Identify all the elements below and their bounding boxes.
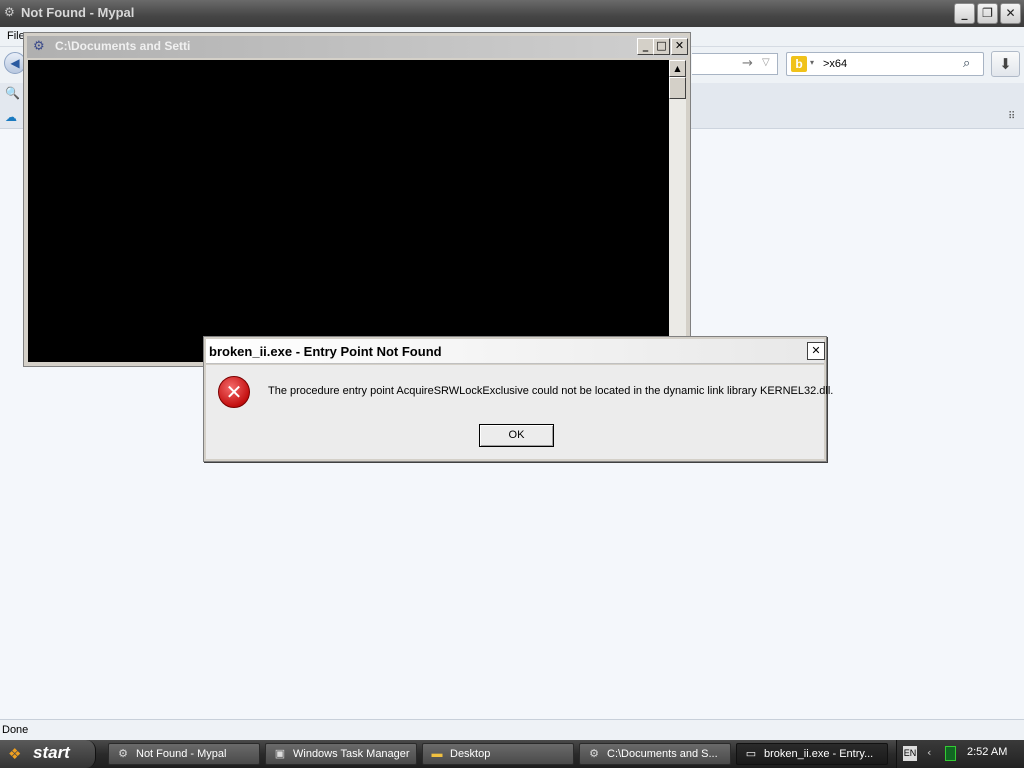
status-bar: Done xyxy=(0,719,1024,740)
dropdown-arrow-icon[interactable]: ▽ xyxy=(762,57,770,68)
task-desktop[interactable]: ▬ Desktop xyxy=(422,743,574,765)
bing-icon[interactable]: b xyxy=(791,56,807,72)
chevron-down-icon[interactable]: ▾ xyxy=(810,58,814,67)
browser-title: Not Found - Mypal xyxy=(21,5,135,20)
tab-list-icon[interactable]: ⠿ xyxy=(1008,111,1015,122)
dialog-close-button[interactable]: ✕ xyxy=(807,342,825,360)
start-label: start xyxy=(33,743,70,762)
close-button[interactable]: ✕ xyxy=(1000,3,1021,24)
scroll-thumb[interactable] xyxy=(669,77,686,99)
start-button[interactable]: ❖ start xyxy=(0,740,96,768)
dialog-titlebar[interactable]: broken_ii.exe - Entry Point Not Found ✕ xyxy=(206,339,825,364)
error-dialog: broken_ii.exe - Entry Point Not Found ✕ … xyxy=(203,336,833,462)
status-text: Done xyxy=(2,724,29,736)
console-scrollbar[interactable]: ▲ xyxy=(669,60,686,362)
task-manager-icon: ▣ xyxy=(274,748,286,760)
browser-titlebar[interactable]: ⚙ Not Found - Mypal _ ❐ ✕ xyxy=(0,0,1024,27)
console-title: C:\Documents and Setti xyxy=(55,39,191,53)
network-icon[interactable] xyxy=(945,746,956,761)
sidebar-icons: 🔍 ☁ xyxy=(0,83,24,129)
task-label: Desktop xyxy=(450,748,491,760)
error-icon: ✕ xyxy=(218,376,250,408)
console-maximize-button[interactable]: □ xyxy=(653,38,670,55)
task-label: Windows Task Manager xyxy=(293,748,410,760)
console-titlebar[interactable]: ⚙ C:\Documents and Setti _ □ ✕ xyxy=(27,36,688,58)
task-console[interactable]: ⚙ C:\Documents and S... xyxy=(579,743,731,765)
url-bar[interactable]: → ▽ xyxy=(692,53,778,75)
folder-icon: ▬ xyxy=(431,748,443,760)
task-error-dialog[interactable]: ▭ broken_ii.exe - Entry... xyxy=(736,743,888,765)
mypal-icon: ⚙ xyxy=(118,748,128,760)
error-message: The procedure entry point AcquireSRWLock… xyxy=(268,385,834,397)
search-value[interactable]: >x64 xyxy=(823,58,847,70)
console-minimize-button[interactable]: _ xyxy=(637,38,654,55)
dialog-body: ✕ The procedure entry point AcquireSRWLo… xyxy=(206,365,833,459)
find-icon[interactable]: 🔍 xyxy=(5,86,20,100)
ok-button[interactable]: OK xyxy=(479,424,554,447)
task-mypal[interactable]: ⚙ Not Found - Mypal xyxy=(108,743,260,765)
restore-button[interactable]: ❐ xyxy=(977,3,998,24)
search-icon[interactable]: ⌕ xyxy=(963,56,970,71)
language-indicator[interactable]: EN xyxy=(903,746,917,761)
system-tray: EN ‹ 2:52 AM xyxy=(896,740,1024,768)
chevron-left-icon[interactable]: ‹ xyxy=(927,746,931,759)
window-icon: ▭ xyxy=(745,748,757,760)
console-output[interactable] xyxy=(28,60,669,362)
windows-logo-icon: ❖ xyxy=(8,745,22,763)
task-label: Not Found - Mypal xyxy=(136,748,227,760)
dialog-title: broken_ii.exe - Entry Point Not Found xyxy=(209,344,442,359)
console-icon: ⚙ xyxy=(589,748,599,760)
taskbar: ❖ start ⚙ Not Found - Mypal ▣ Windows Ta… xyxy=(0,740,1024,768)
task-label: broken_ii.exe - Entry... xyxy=(764,748,874,760)
task-label: C:\Documents and S... xyxy=(607,748,718,760)
download-button[interactable]: ⬇ xyxy=(991,51,1020,77)
minimize-button[interactable]: _ xyxy=(954,3,975,24)
console-icon: ⚙ xyxy=(33,39,45,54)
cloud-upload-icon[interactable]: ☁ xyxy=(5,110,17,124)
mypal-icon: ⚙ xyxy=(4,5,15,19)
task-task-manager[interactable]: ▣ Windows Task Manager xyxy=(265,743,417,765)
download-arrow-icon: ⬇ xyxy=(999,55,1012,73)
clock[interactable]: 2:52 AM xyxy=(967,746,1007,758)
scroll-up-icon[interactable]: ▲ xyxy=(669,60,686,77)
search-input[interactable]: b ▾ >x64 ⌕ xyxy=(786,52,984,76)
go-arrow-icon[interactable]: → xyxy=(742,56,753,71)
console-close-button[interactable]: ✕ xyxy=(671,38,688,55)
console-window: ⚙ C:\Documents and Setti _ □ ✕ ▲ xyxy=(23,32,691,367)
